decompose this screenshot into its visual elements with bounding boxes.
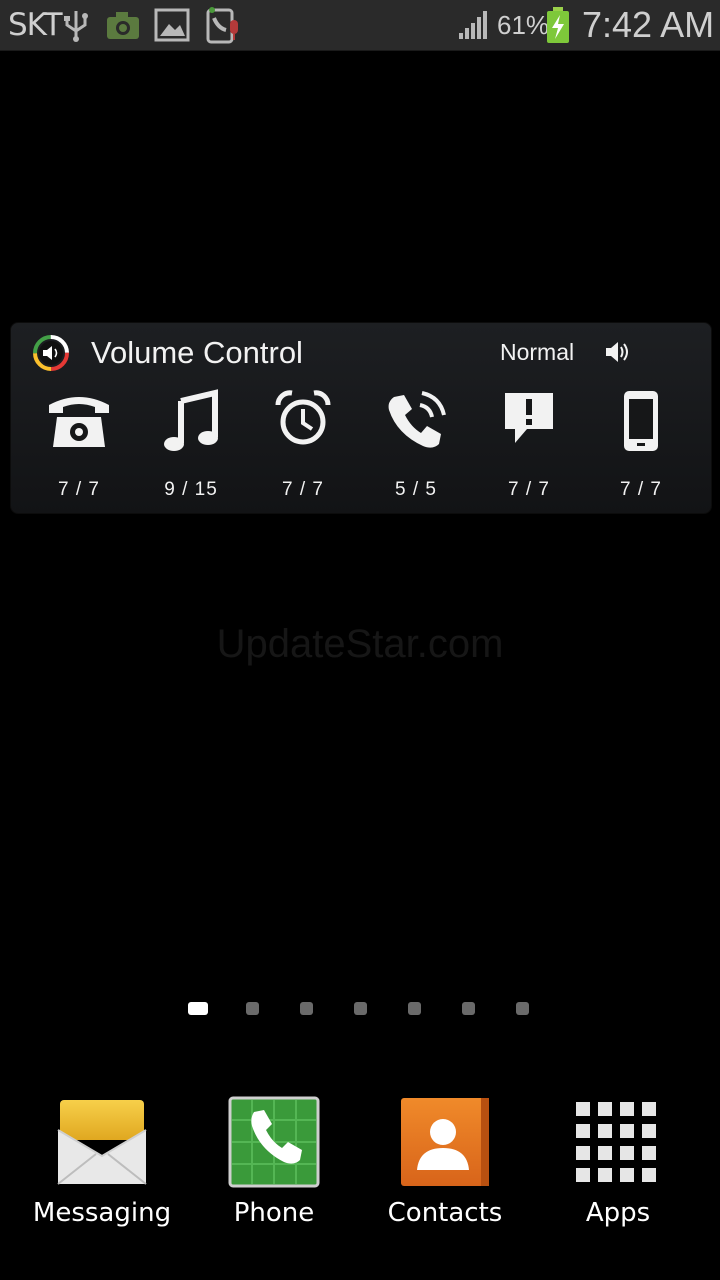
volume-system-item[interactable]: 7 / 7 xyxy=(586,389,696,504)
contacts-icon xyxy=(399,1096,491,1188)
phone-icon xyxy=(228,1096,320,1188)
page-dot[interactable] xyxy=(408,1002,421,1015)
voice-call-icon xyxy=(361,389,471,451)
page-indicator xyxy=(0,1002,720,1018)
dock-label-contacts: Contacts xyxy=(387,1198,503,1228)
image-icon xyxy=(153,6,191,44)
system-volume-value: 7 / 7 xyxy=(620,479,662,500)
music-icon xyxy=(136,389,246,453)
sound-mode-label[interactable]: Normal xyxy=(500,339,574,366)
speaker-icon[interactable] xyxy=(603,337,633,372)
dock-messaging[interactable]: Messaging xyxy=(17,1096,187,1228)
battery-charging-icon xyxy=(544,6,572,44)
page-dot[interactable] xyxy=(300,1002,313,1015)
volume-ringtone-item[interactable]: 7 / 7 xyxy=(24,389,134,504)
dock-contacts[interactable]: Contacts xyxy=(360,1096,530,1228)
call-volume-value: 5 / 5 xyxy=(395,479,437,500)
notification-icon xyxy=(474,389,584,449)
apps-grid-icon xyxy=(572,1096,664,1188)
page-dot[interactable] xyxy=(354,1002,367,1015)
dock-label-apps: Apps xyxy=(585,1198,651,1228)
alarm-icon xyxy=(248,389,358,449)
system-icon xyxy=(586,389,696,453)
volume-control-widget[interactable]: Volume Control Normal 7 / 7 9 / 15 7 / 7… xyxy=(10,322,712,514)
volume-music-item[interactable]: 9 / 15 xyxy=(136,389,246,504)
music-volume-value: 9 / 15 xyxy=(164,479,218,500)
status-bar: SKT 61% 7:42 AM xyxy=(0,0,720,51)
alarm-volume-value: 7 / 7 xyxy=(282,479,324,500)
page-dot[interactable] xyxy=(246,1002,259,1015)
signal-icon xyxy=(456,6,492,44)
page-dot[interactable] xyxy=(516,1002,529,1015)
dock-label-phone: Phone xyxy=(233,1198,315,1228)
volume-alarm-item[interactable]: 7 / 7 xyxy=(248,389,358,504)
carrier-label: SKT xyxy=(8,7,63,43)
wallpaper-watermark: UpdateStar.com xyxy=(216,622,504,666)
clock: 7:42 AM xyxy=(582,4,715,45)
dock-phone[interactable]: Phone xyxy=(189,1096,359,1228)
dock-apps[interactable]: Apps xyxy=(533,1096,703,1228)
messaging-icon xyxy=(56,1096,148,1188)
volume-call-item[interactable]: 5 / 5 xyxy=(361,389,471,504)
battery-percent: 61% xyxy=(497,10,550,40)
page-dot-active[interactable] xyxy=(188,1002,208,1015)
camera-icon xyxy=(104,6,142,44)
volume-notification-item[interactable]: 7 / 7 xyxy=(474,389,584,504)
widget-title: Volume Control xyxy=(91,335,303,370)
ringtone-phone-icon xyxy=(24,389,134,451)
ringtone-volume-value: 7 / 7 xyxy=(58,479,100,500)
call-recorder-icon xyxy=(204,6,244,44)
usb-icon xyxy=(62,6,90,44)
dock-label-messaging: Messaging xyxy=(32,1198,172,1228)
page-dot[interactable] xyxy=(462,1002,475,1015)
volume-control-logo-icon xyxy=(33,335,69,376)
notification-volume-value: 7 / 7 xyxy=(508,479,550,500)
